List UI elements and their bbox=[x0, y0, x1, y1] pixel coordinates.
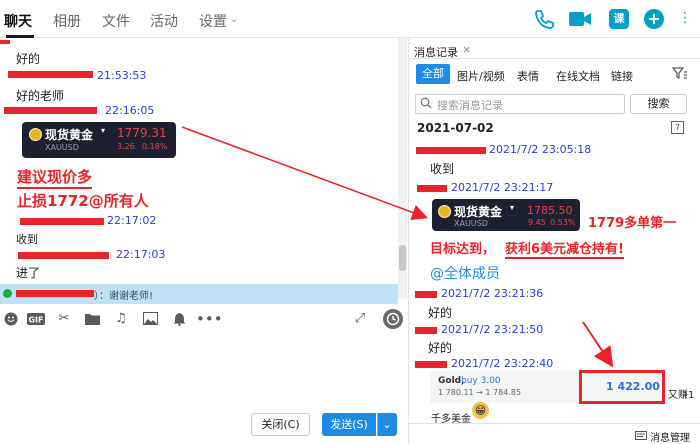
annotation-arrows bbox=[181, 126, 614, 368]
arrow-to-quote bbox=[181, 126, 429, 221]
arrow-to-profit bbox=[582, 321, 614, 368]
